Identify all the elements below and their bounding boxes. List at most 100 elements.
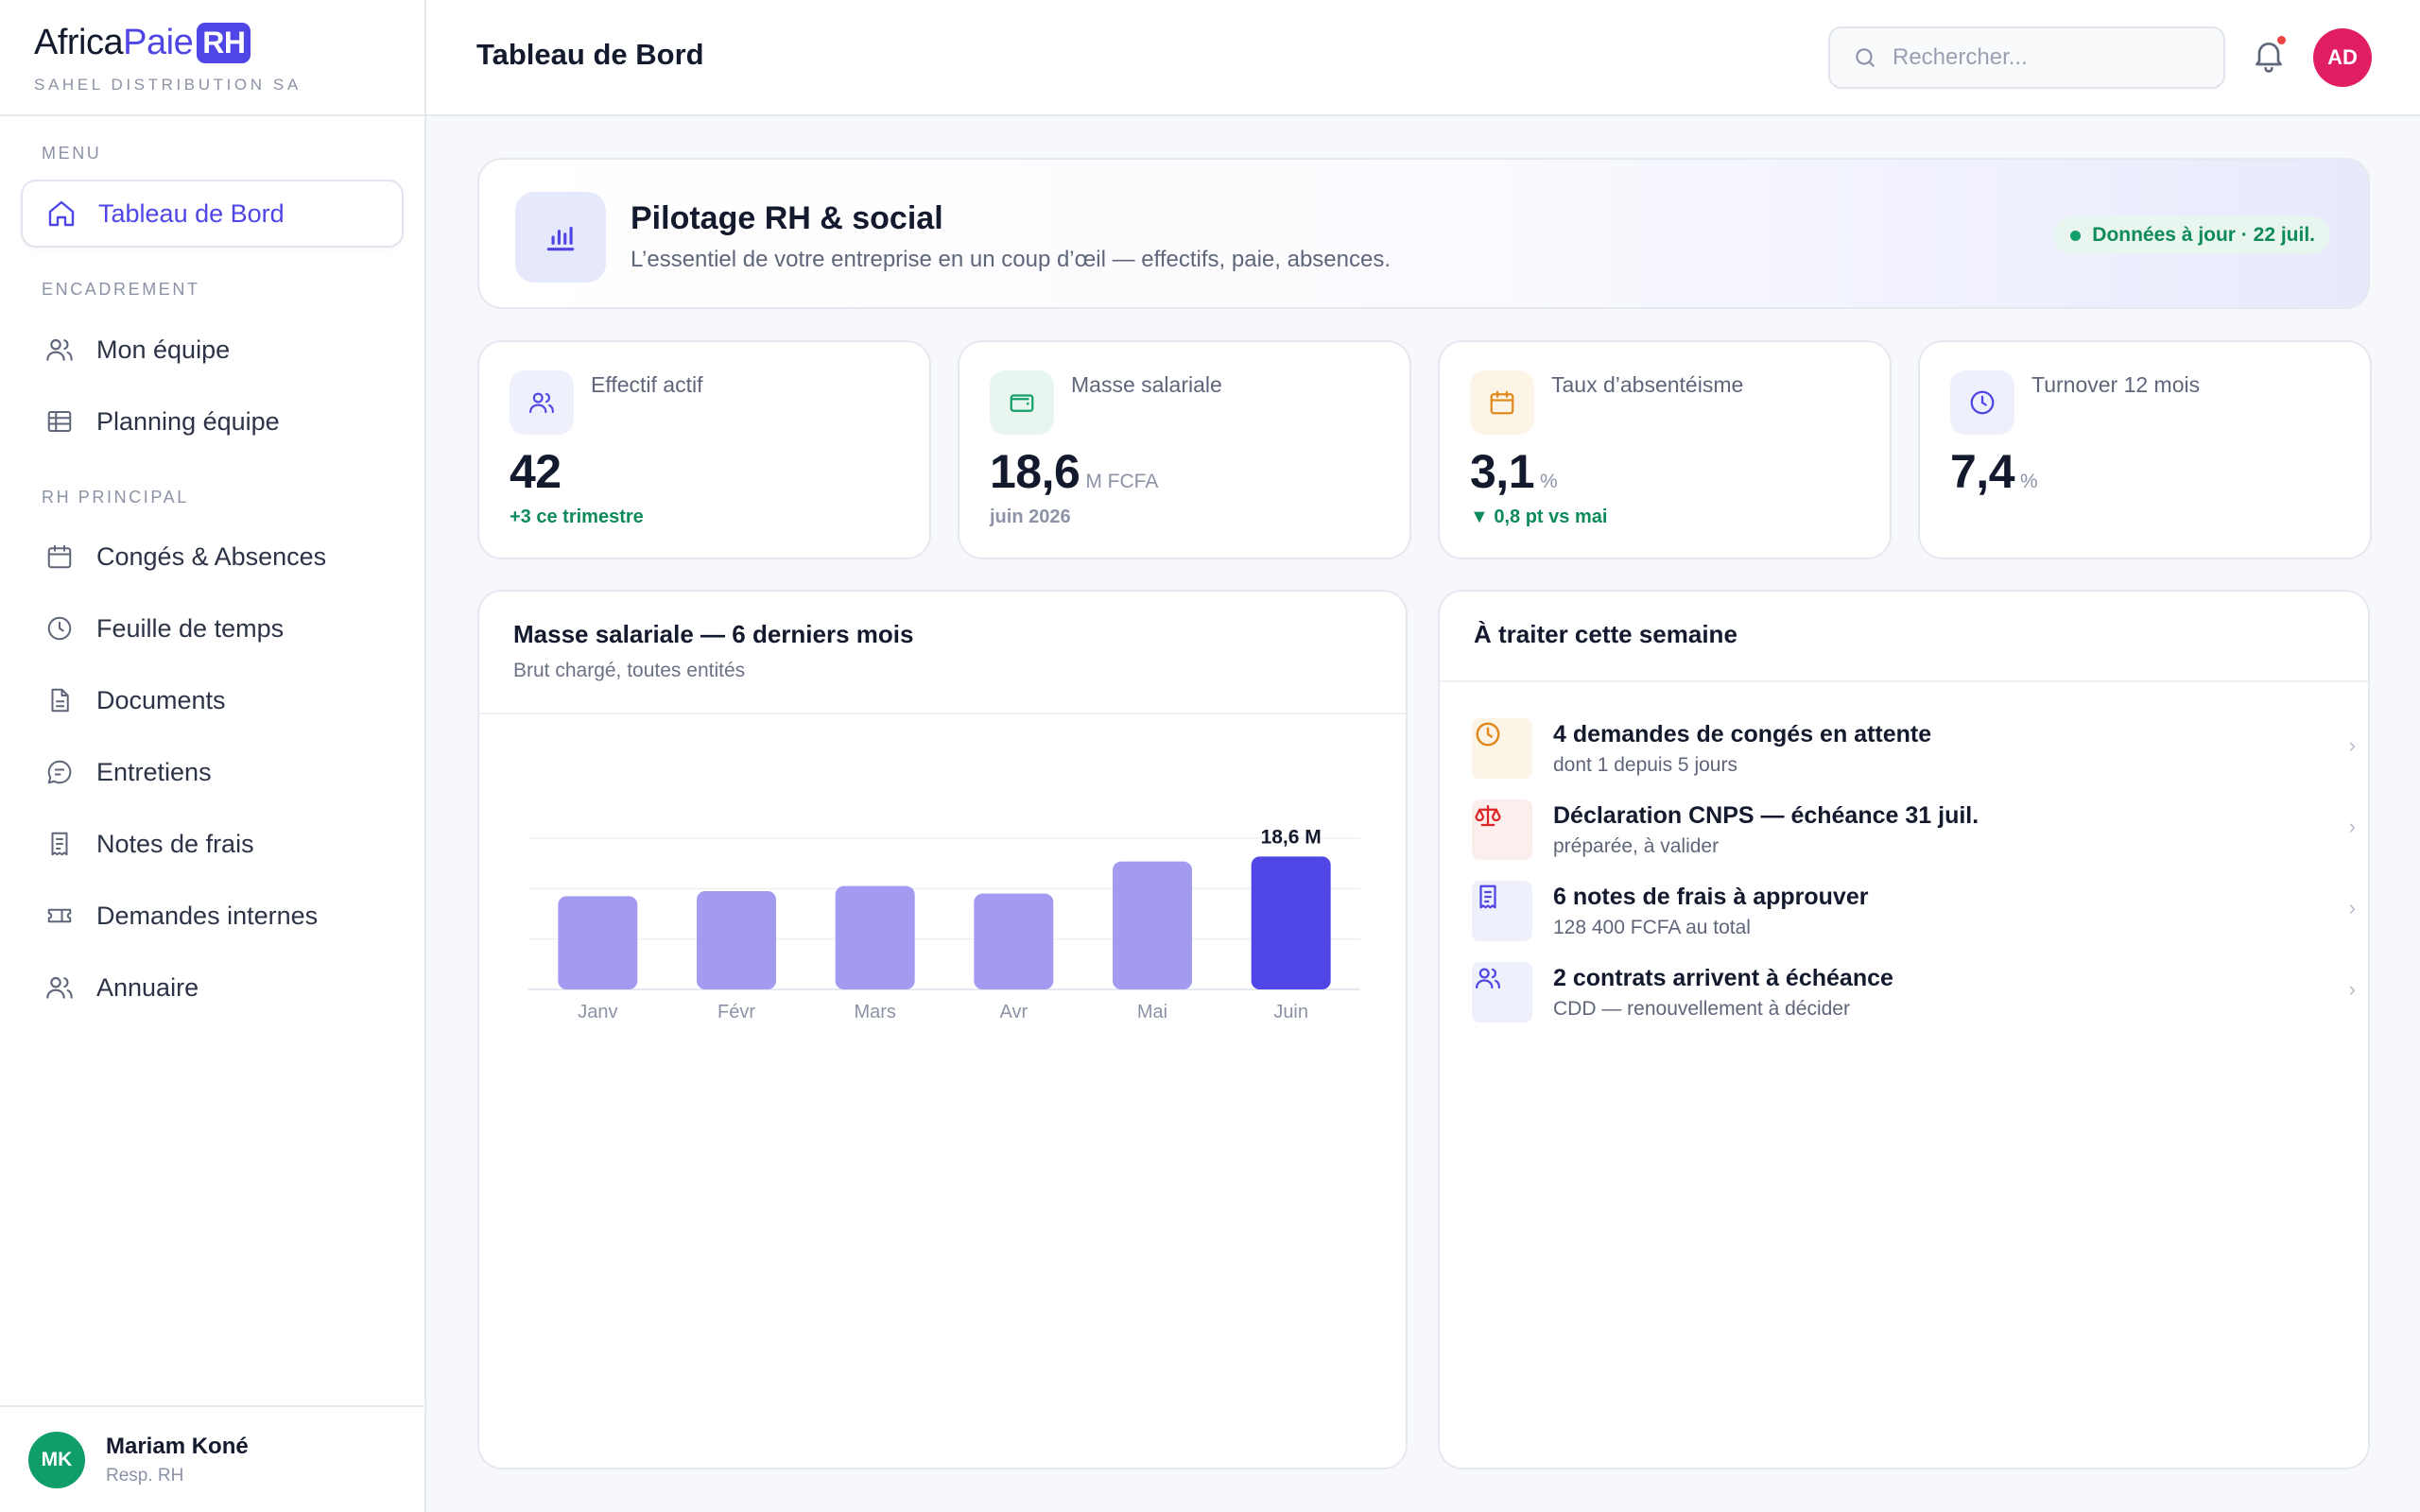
- chat-icon: [42, 754, 78, 790]
- todo-subtitle: 128 400 FCFA au total: [1553, 916, 1751, 938]
- kpi-unit: %: [1540, 471, 1558, 492]
- payroll-bar-chart: Janv Févr Mars Avr Mai Juin 18,6 M: [528, 826, 1360, 1022]
- kpi-card-effectif[interactable]: Effectif actif 42 +3 ce trimestre: [477, 340, 931, 559]
- sidebar-item-label: Demandes internes: [96, 901, 319, 930]
- logo[interactable]: Africa Paie RH: [34, 19, 424, 66]
- todo-title: 2 contrats arrivent à échéance: [1553, 964, 1893, 991]
- receipt-icon: [1472, 881, 1532, 941]
- table-icon: [42, 404, 78, 439]
- avatar: MK: [28, 1431, 85, 1488]
- panel-title: À traiter cette semaine: [1474, 620, 1737, 648]
- chevron-right-icon: ›: [2348, 977, 2356, 1001]
- user-name: Mariam Koné: [106, 1433, 249, 1459]
- search-icon: [1853, 45, 1877, 70]
- status-badge: Données à jour · 22 juil.: [2053, 216, 2330, 254]
- bar-janv[interactable]: [558, 896, 638, 989]
- brand: Africa Paie RH SAHEL DISTRIBUTION SA: [0, 0, 424, 116]
- sidebar-item-entretiens[interactable]: Entretiens: [21, 738, 404, 806]
- users-icon: [42, 970, 78, 1005]
- sidebar-item-conges-absences[interactable]: Congés & Absences: [21, 523, 404, 591]
- status-dot: [2070, 230, 2082, 241]
- users-icon: [510, 370, 574, 435]
- bar-mars[interactable]: [835, 885, 915, 989]
- calendar-icon: [42, 539, 78, 575]
- kpi-number: 7,4: [1950, 445, 2015, 498]
- sidebar-item-label: Tableau de Bord: [98, 198, 285, 228]
- kpi-value: 3,1%: [1470, 444, 1558, 499]
- sidebar-item-tableau-de-bord[interactable]: Tableau de Bord: [21, 180, 404, 248]
- sidebar-item-label: Notes de frais: [96, 829, 254, 858]
- current-user[interactable]: MK Mariam Koné Resp. RH: [0, 1405, 424, 1512]
- bar-juin[interactable]: [1251, 856, 1331, 989]
- kpi-number: 18,6: [990, 445, 1080, 498]
- x-tick-label: Févr: [717, 1002, 755, 1022]
- kpi-label: Masse salariale: [1071, 372, 1222, 397]
- sidebar-item-annuaire[interactable]: Annuaire: [21, 954, 404, 1022]
- payroll-chart-panel: Masse salariale — 6 derniers mois Brut c…: [477, 590, 1408, 1469]
- sidebar-item-planning-equipe[interactable]: Planning équipe: [21, 387, 404, 455]
- kpi-card-masse-salariale[interactable]: Masse salariale 18,6 M FCFA juin 2026: [958, 340, 1411, 559]
- calendar-icon: [1470, 370, 1534, 435]
- todo-panel: À traiter cette semaine 4 demandes de co…: [1438, 590, 2370, 1469]
- x-tick-label: Mai: [1137, 1002, 1167, 1022]
- nav-section-menu: MENU: [42, 144, 102, 163]
- bar-févr[interactable]: [697, 891, 776, 989]
- status-badge-text: Données à jour · 22 juil.: [2092, 224, 2315, 246]
- clock-icon: [1950, 370, 2014, 435]
- kpi-unit: M FCFA: [1085, 471, 1159, 492]
- hero-subtitle: L’essentiel de votre entreprise en un co…: [631, 247, 1392, 272]
- x-tick-label: Juin: [1273, 1002, 1308, 1022]
- clock-icon: [1472, 718, 1532, 779]
- chevron-right-icon: ›: [2348, 896, 2356, 919]
- logo-badge-rh: RH: [197, 22, 251, 63]
- chevron-right-icon: ›: [2348, 733, 2356, 757]
- document-icon: [42, 682, 78, 718]
- users-icon: [42, 332, 78, 368]
- receipt-icon: [42, 826, 78, 862]
- page-title: Tableau de Bord: [476, 38, 704, 71]
- user-role: Resp. RH: [106, 1465, 184, 1486]
- logo-text-africa: Africa: [34, 22, 124, 62]
- search-input[interactable]: [1893, 44, 2214, 71]
- kpi-unit: %: [2020, 471, 2038, 492]
- kpi-value: 18,6 M FCFA: [990, 444, 1158, 499]
- sidebar-item-label: Congés & Absences: [96, 541, 327, 571]
- home-icon: [43, 196, 79, 232]
- sidebar-item-label: Documents: [96, 685, 226, 714]
- sidebar-item-documents[interactable]: Documents: [21, 666, 404, 734]
- sidebar-item-notes-de-frais[interactable]: Notes de frais: [21, 810, 404, 878]
- ticket-icon: [42, 898, 78, 934]
- x-tick-label: Avr: [1000, 1002, 1028, 1022]
- company-name: SAHEL DISTRIBUTION SA: [34, 76, 302, 94]
- kpi-trend: ▼ 0,8 pt vs mai: [1470, 507, 1608, 527]
- sidebar-item-label: Annuaire: [96, 972, 199, 1002]
- todo-item-cnps[interactable]: Déclaration CNPS — échéance 31 juil. pré…: [1472, 794, 2356, 866]
- search-box[interactable]: [1828, 26, 2225, 89]
- hero-title: Pilotage RH & social: [631, 200, 943, 236]
- kpi-card-absenteisme[interactable]: Taux d’absentéisme 3,1% ▼ 0,8 pt vs mai: [1438, 340, 1892, 559]
- sidebar-item-mon-equipe[interactable]: Mon équipe: [21, 316, 404, 384]
- x-tick-label: Janv: [578, 1002, 617, 1022]
- bar-data-label: 18,6 M: [1261, 826, 1322, 848]
- panel-divider: [1440, 680, 2368, 682]
- sidebar-item-demandes-internes[interactable]: Demandes internes: [21, 882, 404, 950]
- notifications-button[interactable]: [2250, 36, 2290, 76]
- sidebar-item-feuille-de-temps[interactable]: Feuille de temps: [21, 594, 404, 662]
- user-avatar[interactable]: AD: [2313, 28, 2372, 87]
- bar-mai[interactable]: [1113, 861, 1192, 989]
- kpi-number: 42: [510, 445, 562, 498]
- todo-subtitle: préparée, à valider: [1553, 834, 1720, 857]
- notification-dot: [2277, 36, 2286, 44]
- todo-item-conges[interactable]: 4 demandes de congés en attente dont 1 d…: [1472, 713, 2356, 784]
- chevron-right-icon: ›: [2348, 815, 2356, 838]
- kpi-card-turnover[interactable]: Turnover 12 mois 7,4%: [1918, 340, 2372, 559]
- kpi-period: juin 2026: [990, 507, 1071, 527]
- kpi-trend: +3 ce trimestre: [510, 507, 644, 527]
- wallet-icon: [990, 370, 1054, 435]
- todo-subtitle: CDD — renouvellement à décider: [1553, 997, 1850, 1020]
- bar-avr[interactable]: [974, 893, 1054, 989]
- todo-item-notes-de-frais[interactable]: 6 notes de frais à approuver 128 400 FCF…: [1472, 875, 2356, 947]
- sidebar-item-label: Entretiens: [96, 757, 212, 786]
- users-icon: [1472, 962, 1532, 1022]
- todo-item-contrats[interactable]: 2 contrats arrivent à échéance CDD — ren…: [1472, 956, 2356, 1028]
